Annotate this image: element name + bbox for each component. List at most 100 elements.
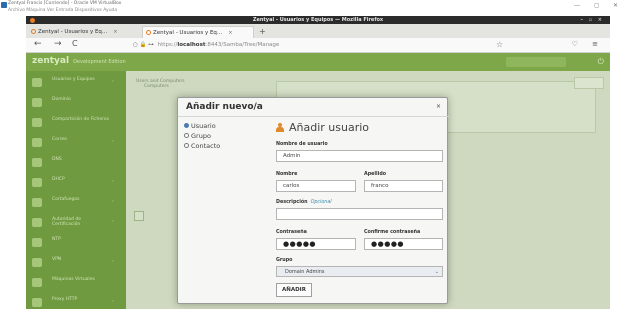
add-user-form: Añadir usuario Nombre de usuario Admin N… [274, 119, 445, 301]
host-menu[interactable]: Archivo Máquina Ver Entrada Dispositivos… [8, 8, 117, 13]
sidebar-item-maquinas[interactable]: Máquinas Virtuales [26, 271, 126, 293]
zentyal-tab-icon [31, 29, 36, 34]
users-icon [32, 78, 42, 87]
firefox-icon [30, 18, 35, 23]
password-label: Contraseña [276, 230, 307, 235]
confirm-password-field[interactable]: ●●●●● [364, 238, 443, 250]
browser-toolbar-icons[interactable]: ♡ ≡ [572, 40, 604, 48]
sidebar-item-label: Correo [52, 137, 67, 142]
tab-usuarios-1[interactable]: Zentyal - Usuarios y Eq… × [28, 26, 140, 38]
type-option-contacto[interactable]: Contacto [184, 142, 220, 150]
sidebar-item-label: Cortafuegos [52, 197, 80, 202]
virtual-machine-icon [32, 278, 42, 287]
site-info-icon[interactable]: ○ 🔒 ⊶ [133, 42, 154, 48]
firefox-window-title: Zentyal - Usuarios y Equipos — Mozilla F… [252, 17, 384, 23]
add-new-dialog: Añadir nuevo/a × Usuario Grupo Contacto … [177, 97, 449, 304]
add-submit-button[interactable]: AÑADIR [276, 283, 312, 297]
zentyal-header: zentyal Development Edition ⏻ [26, 53, 610, 71]
description-field[interactable] [276, 208, 443, 220]
vpn-icon [32, 258, 42, 267]
password-field[interactable]: ●●●●● [276, 238, 356, 250]
sidebar-item-comparticion[interactable]: Compartición de Ficheros [26, 111, 126, 133]
new-tab-button[interactable]: + [259, 27, 266, 36]
chevron-down-icon: ⌄ [434, 269, 439, 275]
logout-icon[interactable]: ⏻ [598, 57, 604, 67]
logo-text: zentyal [32, 56, 70, 66]
forward-button[interactable]: → [54, 39, 62, 49]
type-option-usuario[interactable]: Usuario [184, 122, 216, 130]
zentyal-logo: zentyal Development Edition [32, 56, 126, 66]
sidebar-item-label: DHCP [52, 177, 65, 182]
type-label: Contacto [191, 142, 221, 150]
optional-hint: Opcional [310, 200, 332, 205]
sidebar-item-label: Dominio [52, 97, 71, 102]
radio-selected-icon[interactable] [184, 123, 189, 128]
chevron-right-icon: › [112, 299, 114, 304]
username-label: Nombre de usuario [276, 142, 328, 147]
reload-button[interactable]: C [72, 39, 78, 48]
type-option-grupo[interactable]: Grupo [184, 132, 211, 140]
chevron-right-icon: › [112, 139, 114, 144]
radio-icon[interactable] [184, 143, 189, 148]
confirm-password-label: Confirme contraseña [364, 230, 421, 235]
sidebar-item-usuarios[interactable]: Usuarios y Equipos › [26, 71, 126, 93]
form-title: Añadir usuario [276, 121, 369, 134]
sidebar-item-vpn[interactable]: VPN › [26, 251, 126, 273]
back-button[interactable]: ← [34, 39, 42, 49]
chevron-right-icon: › [112, 219, 114, 224]
host-titlebar: Zentyal Francis [Corriendo] - Oracle VM … [0, 0, 632, 16]
sidebar-item-certificacion[interactable]: Autoridad de Certificación › [26, 211, 126, 233]
sidebar-item-label: Proxy HTTP [52, 297, 78, 302]
firstname-field[interactable]: carlos [276, 180, 356, 192]
firefox-titlebar: Zentyal - Usuarios y Equipos — Mozilla F… [26, 16, 610, 24]
sidebar-item-ntp[interactable]: NTP [26, 231, 126, 253]
sidebar-item-dhcp[interactable]: DHCP › [26, 171, 126, 193]
edition-subtitle: Development Edition [73, 59, 126, 65]
url-prefix: https:// [157, 42, 178, 48]
tree-node-computers[interactable]: Computers [136, 84, 246, 89]
bookmark-star-icon[interactable]: ☆ [496, 40, 503, 49]
url-path: :8443/Samba/Tree/Manage [205, 42, 280, 48]
close-icon[interactable]: × [113, 29, 118, 35]
tab-label: Zentyal - Usuarios y Eq… [38, 29, 108, 35]
firstname-label: Nombre [276, 172, 298, 177]
username-field[interactable]: Admin [276, 150, 443, 162]
close-icon[interactable]: × [228, 30, 233, 36]
type-label: Grupo [191, 132, 211, 140]
form-title-text: Añadir usuario [289, 121, 370, 134]
sidebar-item-cortafuegos[interactable]: Cortafuegos › [26, 191, 126, 213]
host-window-title: Zentyal Francis [Corriendo] - Oracle VM … [8, 1, 122, 6]
navigation-bar: ← → C ○ 🔒 ⊶ https://localhost:8443/Samba/… [26, 38, 610, 53]
host-window-controls[interactable]: — ◻ ✕ [574, 2, 624, 9]
group-select[interactable]: Domain Admins ⌄ [276, 266, 443, 277]
firewall-icon [32, 198, 42, 207]
sidebar-item-proxy[interactable]: Proxy HTTP › [26, 291, 126, 309]
type-label: Usuario [191, 122, 216, 130]
close-icon[interactable]: × [436, 103, 441, 110]
sidebar: Usuarios y Equipos › Dominio Compartición… [26, 71, 126, 309]
firefox-window-controls[interactable]: – ▫ × [580, 16, 604, 24]
proxy-icon [32, 298, 42, 307]
dhcp-icon [32, 178, 42, 187]
sidebar-item-label: VPN [52, 257, 62, 262]
tab-strip: Zentyal - Usuarios y Eq… × Zentyal - Usu… [26, 24, 610, 38]
url-input[interactable]: ○ 🔒 ⊶ https://localhost:8443/Samba/Tree/M… [131, 40, 511, 51]
radio-icon[interactable] [184, 133, 189, 138]
add-button[interactable] [134, 211, 144, 221]
tree-actions[interactable] [574, 77, 604, 89]
lastname-field[interactable]: franco [364, 180, 443, 192]
domain-icon [32, 98, 42, 107]
tab-usuarios-2[interactable]: Zentyal - Usuarios y Eq… × [142, 26, 254, 38]
sidebar-item-label: Compartición de Ficheros [52, 117, 110, 122]
group-selected-value: Domain Admins [285, 269, 325, 275]
chevron-right-icon: › [112, 179, 114, 184]
search-input[interactable] [506, 57, 566, 67]
tab-label: Zentyal - Usuarios y Eq… [153, 30, 223, 36]
lastname-label: Apellido [364, 172, 387, 177]
sidebar-item-dns[interactable]: DNS [26, 151, 126, 173]
url-host: localhost [177, 42, 206, 48]
sidebar-item-correo[interactable]: Correo › [26, 131, 126, 153]
sidebar-item-label: NTP [52, 237, 61, 242]
sidebar-item-dominio[interactable]: Dominio [26, 91, 126, 113]
sidebar-item-label: Máquinas Virtuales [52, 277, 95, 282]
